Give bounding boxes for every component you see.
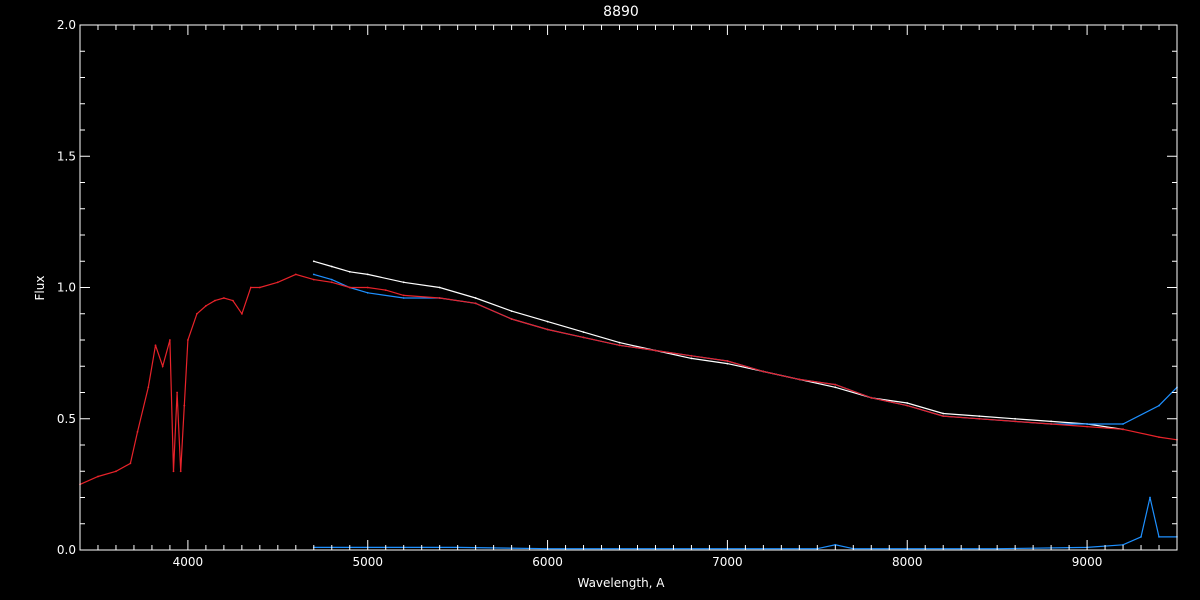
series-0-point	[618, 341, 621, 344]
series-0-point	[834, 386, 837, 389]
series-0-point	[978, 415, 981, 417]
series-0-point	[312, 260, 315, 263]
series-3-point	[654, 349, 657, 352]
series-0-point	[1014, 417, 1016, 420]
series-3-point	[546, 328, 549, 331]
series-3-point	[1014, 420, 1016, 423]
series-3-point	[978, 417, 981, 420]
series-3-point	[232, 299, 234, 302]
series-3-point	[187, 339, 189, 341]
chart-background	[0, 0, 1200, 600]
y-tick-label: 1.5	[57, 149, 76, 163]
x-axis-label: Wavelength, A	[577, 576, 665, 590]
chart-title: 8890	[603, 4, 639, 20]
spectrum-chart: 8890 Wavelength, A Flux 4000 5000 6000 7000…	[0, 0, 1200, 600]
series-3-point	[214, 299, 216, 302]
series-3-point	[384, 289, 387, 291]
series-3-point	[1122, 428, 1124, 431]
series-3-point	[169, 339, 171, 341]
x-tick-label: 4000	[173, 555, 204, 569]
series-3-point	[348, 286, 351, 289]
y-tick-label: 0.5	[57, 412, 76, 426]
x-tick-label: 7000	[712, 555, 743, 569]
series-0-point	[330, 265, 333, 268]
series-3-point	[258, 286, 261, 289]
series-2-point	[1149, 496, 1151, 499]
series-3-point	[176, 391, 179, 394]
series-3-point	[183, 404, 186, 407]
series-0-point	[1050, 420, 1052, 423]
x-tick-label: 5000	[352, 555, 383, 569]
series-3-point	[510, 318, 513, 320]
x-tick-label: 8000	[892, 555, 923, 569]
series-1-point	[1158, 404, 1160, 407]
series-3-point	[798, 378, 801, 381]
series-3-point	[870, 396, 873, 399]
series-0-point	[942, 412, 945, 415]
series-0-point	[510, 310, 513, 312]
series-3-point	[97, 475, 99, 478]
series-3-point	[129, 462, 132, 465]
y-tick-label: 1.0	[57, 281, 76, 295]
series-3-point	[241, 312, 243, 315]
series-3-point	[154, 344, 157, 347]
series-3-point	[474, 302, 477, 305]
series-0-point	[348, 270, 351, 273]
series-0-point	[546, 320, 549, 323]
series-3-point	[136, 431, 139, 433]
series-3-point	[147, 386, 150, 389]
series-3-point	[726, 360, 729, 362]
x-tick-label: 6000	[532, 555, 563, 569]
series-3-point	[906, 404, 909, 407]
series-0-point	[474, 297, 477, 299]
y-tick-label: 0.0	[57, 543, 76, 557]
series-3-point	[205, 305, 207, 307]
y-tick-label: 2.0	[57, 18, 76, 32]
series-1-point	[1086, 423, 1088, 425]
series-1-point	[330, 278, 333, 281]
series-0-point	[366, 273, 369, 276]
series-0-point	[582, 331, 585, 333]
series-3-point	[1050, 423, 1052, 425]
series-1-point	[1122, 423, 1124, 425]
series-3-point	[276, 281, 279, 284]
series-3-point	[172, 470, 175, 473]
series-3-point	[438, 297, 441, 299]
series-3-point	[942, 415, 945, 417]
series-2-point	[1158, 536, 1160, 538]
series-3-point	[223, 297, 225, 299]
series-3-point	[249, 286, 252, 289]
series-3-point	[762, 370, 765, 373]
series-3-point	[582, 336, 585, 339]
series-3-point	[294, 273, 297, 276]
series-1-point	[312, 273, 315, 276]
series-0-point	[726, 362, 729, 365]
series-1-point	[366, 291, 369, 294]
series-3-point	[196, 312, 198, 315]
series-3-point	[618, 344, 621, 347]
series-2-point	[1140, 536, 1142, 538]
series-0-point	[402, 281, 405, 284]
series-3-point	[366, 286, 369, 289]
series-3-point	[115, 470, 117, 473]
series-0-point	[690, 357, 693, 360]
series-3-point	[690, 354, 693, 357]
series-1-point	[402, 297, 405, 299]
series-3-point	[834, 383, 837, 386]
series-3-point	[330, 281, 333, 284]
series-3-point	[402, 294, 405, 297]
series-3-point	[1086, 425, 1088, 428]
series-0-point	[438, 286, 441, 289]
y-axis-label: Flux	[33, 276, 47, 301]
series-3-point	[161, 365, 164, 368]
x-tick-label: 9000	[1072, 555, 1103, 569]
series-0-point	[906, 402, 909, 404]
series-3-point	[312, 278, 315, 281]
series-3-point	[1158, 436, 1160, 438]
series-3-point	[179, 470, 182, 473]
